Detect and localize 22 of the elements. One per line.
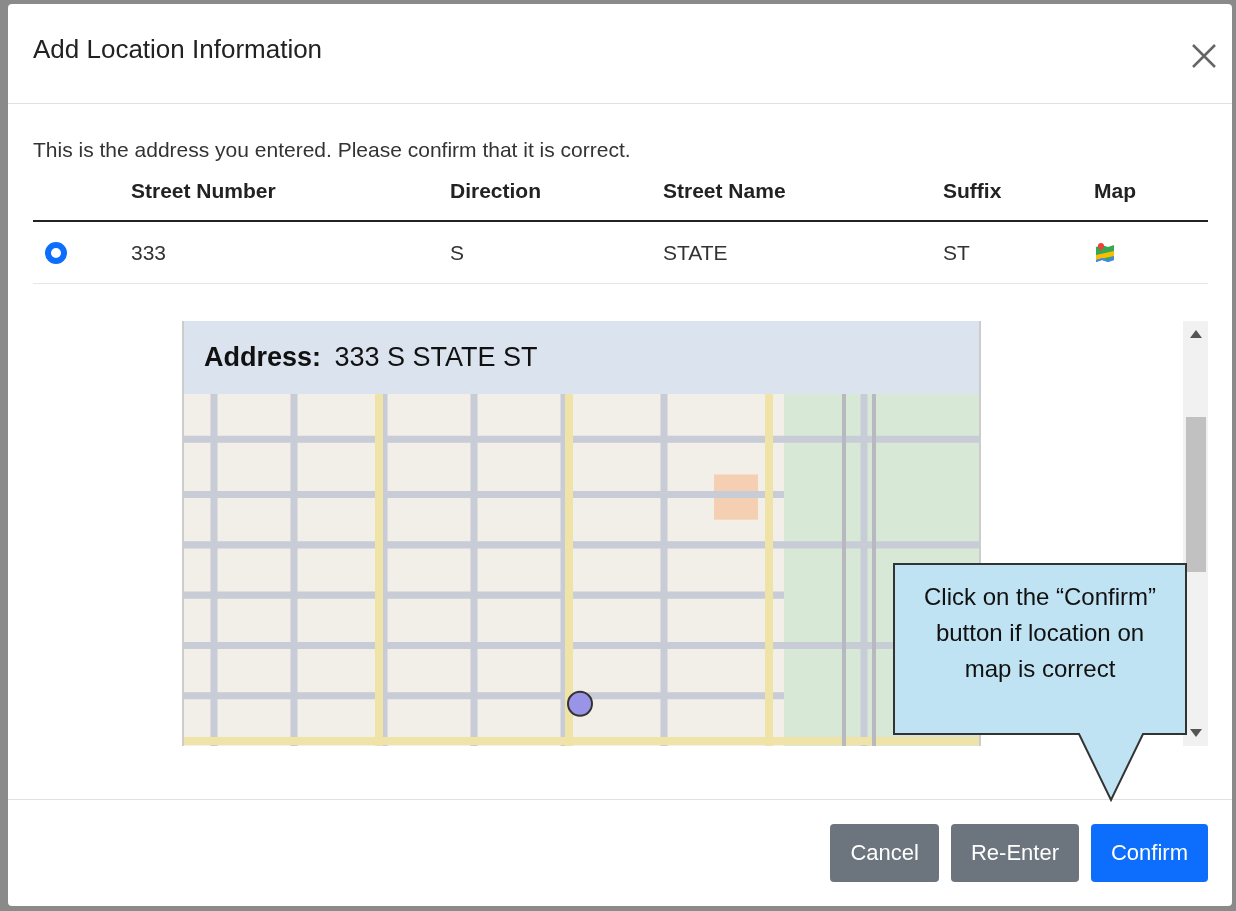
- callout-text: Click on the “Confirm” button if location on map is correct: [923, 582, 1157, 684]
- table-cell-text: 333: [131, 240, 168, 265]
- action-button[interactable]: Re-Enter: [950, 824, 1079, 882]
- table-cell-text: STATE: [663, 240, 729, 265]
- map-icon[interactable]: [1094, 241, 1116, 264]
- instruction-text: This is the address you entered. Please confirm that it is correct.: [33, 138, 632, 162]
- close-icon[interactable]: [1190, 42, 1218, 70]
- scrollbar[interactable]: [1183, 321, 1208, 746]
- column-header: Direction: [450, 179, 542, 203]
- column-header: Street Number: [131, 179, 277, 203]
- address-label: Address: 333 S STATE ST: [204, 342, 538, 373]
- table-cell-text: S: [450, 240, 465, 265]
- action-button[interactable]: Confirm: [1091, 824, 1208, 882]
- scroll-up-icon[interactable]: [1189, 330, 1202, 338]
- column-header: Street Name: [663, 179, 787, 203]
- radio-button[interactable]: [45, 241, 67, 264]
- action-button[interactable]: Cancel: [830, 824, 939, 882]
- table-cell-text: ST: [943, 240, 971, 265]
- dialog-title: Add Location Information: [33, 34, 323, 65]
- scroll-down-icon[interactable]: [1189, 729, 1202, 737]
- column-header: Suffix: [943, 179, 1003, 203]
- column-header: Map: [1094, 179, 1137, 203]
